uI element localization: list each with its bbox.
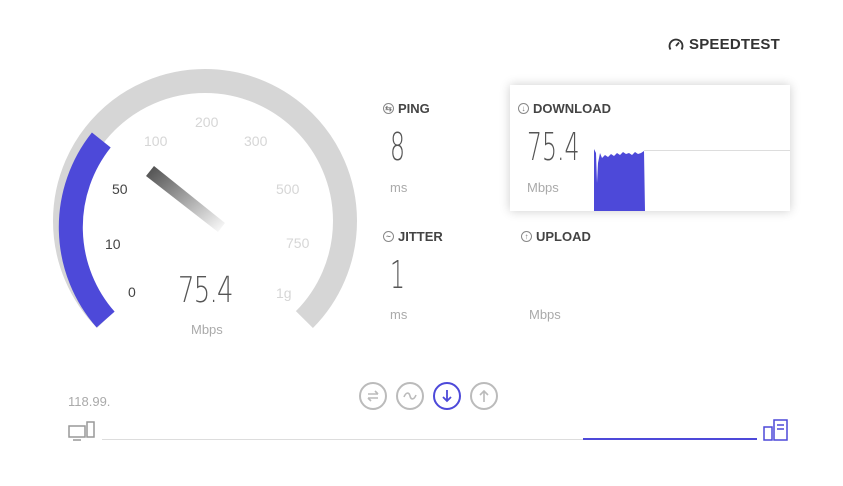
download-value: 75.4 <box>527 125 580 169</box>
speed-gauge: 0 10 50 100 200 300 500 750 1g <box>53 69 357 329</box>
jitter-step-icon <box>396 382 424 410</box>
upload-step-icon <box>470 382 498 410</box>
gauge-speed-value: 75.4 <box>178 270 234 311</box>
ping-icon: ⇆ <box>383 103 394 114</box>
gauge-speed-unit: Mbps <box>191 322 223 337</box>
gauge-needle <box>146 166 225 232</box>
gauge-tick: 100 <box>144 133 168 149</box>
upload-icon: ↑ <box>521 231 532 242</box>
gauge-tick: 300 <box>244 133 268 149</box>
ping-label: ⇆ PING <box>383 101 430 116</box>
upload-label-text: UPLOAD <box>536 229 591 244</box>
gauge-tick: 1g <box>276 285 292 301</box>
gauge-tick: 500 <box>276 181 300 197</box>
download-unit: Mbps <box>527 180 559 195</box>
ping-unit: ms <box>390 180 408 195</box>
server-device-icon <box>763 419 788 441</box>
download-graph <box>594 149 790 211</box>
server-ip: 118.99. <box>68 394 111 409</box>
ping-label-text: PING <box>398 101 430 116</box>
ping-step-icon <box>359 382 387 410</box>
jitter-label-text: JITTER <box>398 229 443 244</box>
upload-label: ↑ UPLOAD <box>521 229 591 244</box>
gauge-tick: 10 <box>105 236 121 252</box>
ping-value: 8 <box>390 125 405 169</box>
download-card: ↓ DOWNLOAD 75.4 Mbps <box>510 85 790 211</box>
client-device-icon <box>68 421 95 441</box>
test-steps <box>359 382 498 410</box>
download-label: ↓ DOWNLOAD <box>518 101 611 116</box>
download-icon: ↓ <box>518 103 529 114</box>
download-label-text: DOWNLOAD <box>533 101 611 116</box>
jitter-value: 1 <box>390 253 405 297</box>
gauge-tick: 0 <box>128 284 136 300</box>
progress-fill <box>583 438 757 440</box>
upload-unit: Mbps <box>529 307 561 322</box>
gauge-tick: 750 <box>286 235 310 251</box>
jitter-label: ~ JITTER <box>383 229 443 244</box>
jitter-unit: ms <box>390 307 408 322</box>
gauge-tick: 50 <box>112 181 128 197</box>
gauge-tick: 200 <box>195 114 219 130</box>
gauge-icon <box>668 38 684 50</box>
download-step-icon <box>433 382 461 410</box>
gauge-fill <box>58 132 115 328</box>
brand-name: SPEEDTEST <box>689 36 780 53</box>
download-graph-fill <box>594 149 645 211</box>
jitter-icon: ~ <box>383 231 394 242</box>
brand-logo: SPEEDTEST <box>668 36 780 53</box>
